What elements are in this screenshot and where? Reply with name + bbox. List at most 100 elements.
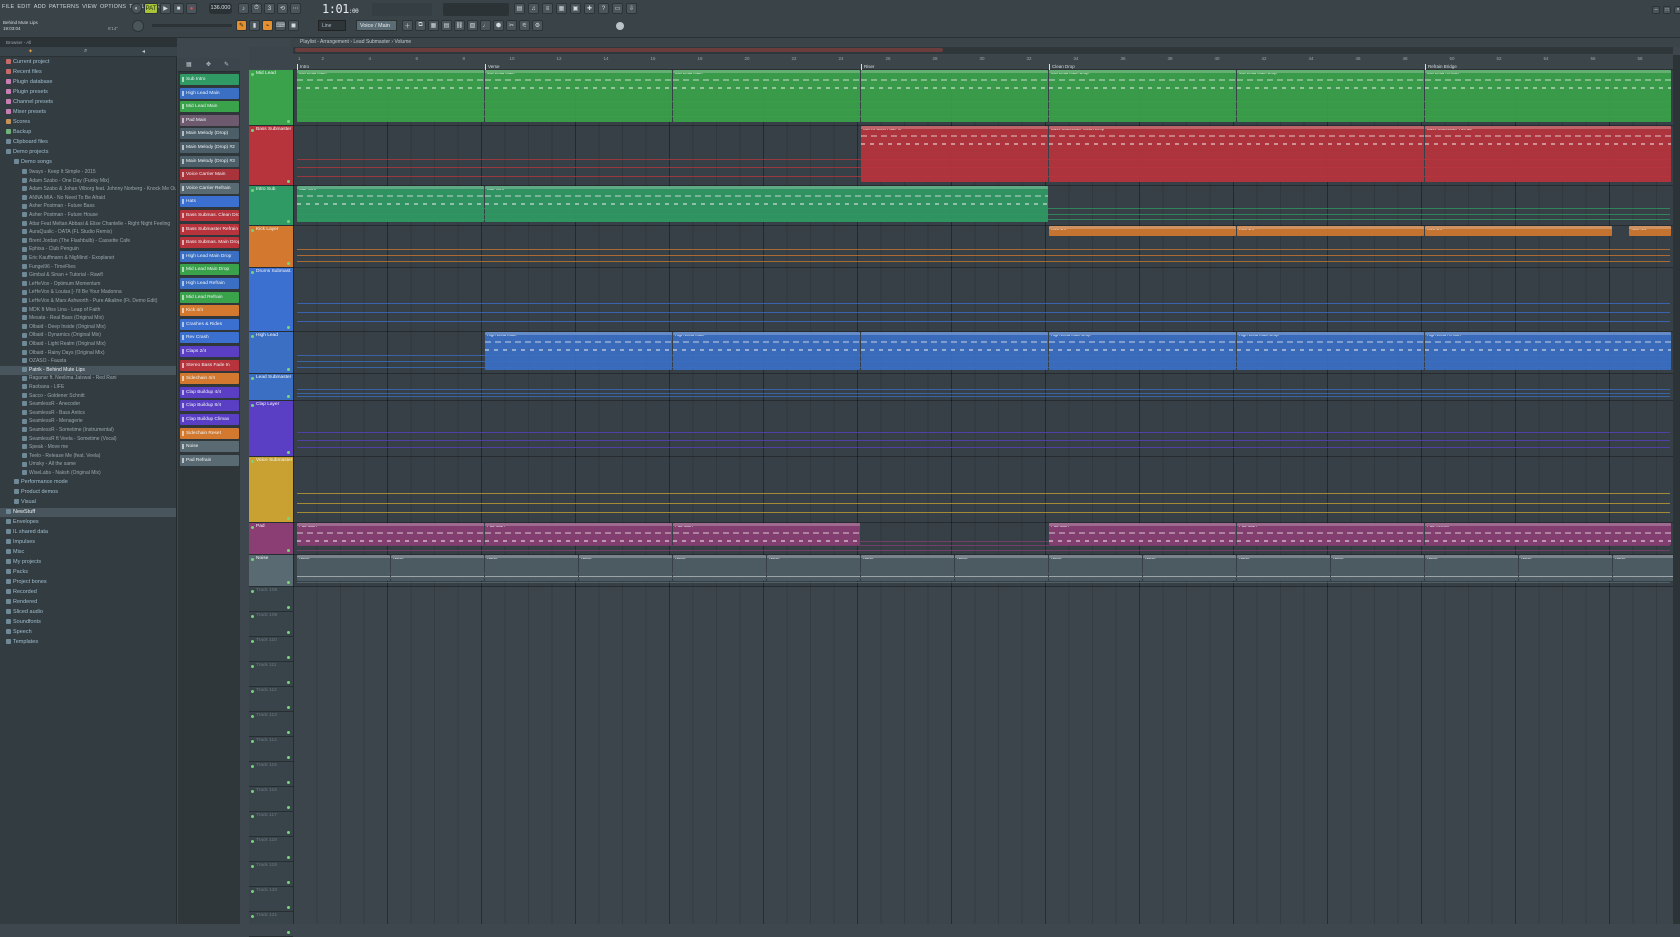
minimize-icon[interactable]: – [1652, 6, 1660, 14]
channel-item[interactable]: High Lead Refrain [180, 278, 239, 289]
track-header[interactable]: High Lead [249, 332, 293, 374]
pencil-icon[interactable]: ✎ [224, 61, 229, 68]
mixer-icon[interactable]: ≡ [542, 3, 553, 14]
browser-folder[interactable]: My projects [0, 558, 176, 567]
pattern-select[interactable]: Voice / Main [356, 20, 397, 31]
channel-item[interactable]: Pad Main [180, 114, 239, 126]
browser-folder[interactable]: Demo projects [0, 148, 176, 157]
playlist-clip[interactable]: Bass Submaster Refrain [1425, 126, 1671, 182]
grid-icon[interactable]: ▦ [428, 20, 439, 31]
stop-button[interactable]: ■ [173, 3, 184, 14]
track-header[interactable]: Drums Submast. [249, 268, 293, 332]
position-slider[interactable] [152, 24, 232, 27]
playlist-icon[interactable]: ▤ [514, 3, 525, 14]
track-enable-icon[interactable] [251, 865, 254, 868]
track-enable-icon[interactable] [251, 460, 254, 463]
track-record-icon[interactable] [287, 831, 290, 834]
track-header[interactable]: Track 113 [249, 712, 293, 737]
playlist-clip[interactable] [861, 70, 1048, 122]
save-icon[interactable]: ▭ [612, 3, 623, 14]
browser-folder[interactable]: Plugin database [0, 78, 176, 87]
track-header[interactable]: Track 116 [249, 787, 293, 812]
track-record-icon[interactable] [287, 120, 290, 123]
track-enable-icon[interactable] [251, 229, 254, 232]
playlist-clip[interactable]: Noise [579, 555, 672, 581]
draw-tool-icon[interactable]: ✎ [236, 20, 247, 31]
playlist-clip[interactable]: Pad Main [297, 523, 484, 545]
channel-item[interactable]: Main Melody (Drop) #2 [180, 142, 239, 153]
snap-icon[interactable]: ⌁ [262, 20, 273, 31]
playlist-clip[interactable]: Stereo Bass Fade In [861, 126, 1048, 182]
channel-rack-icon[interactable]: ▦ [556, 3, 567, 14]
channel-item[interactable]: Main Melody (Drop) [180, 128, 239, 140]
track-header[interactable]: Track 115 [249, 762, 293, 787]
plugin-icon[interactable]: ⬢ [493, 20, 504, 31]
channel-item[interactable]: Clap Buildup 4/4 [180, 386, 239, 398]
track-enable-icon[interactable] [251, 129, 254, 132]
scissors-icon[interactable]: ⚟ [519, 20, 530, 31]
playlist-clip[interactable]: High Lead Refrain [1425, 332, 1671, 370]
pitch-knob[interactable] [132, 20, 144, 32]
track-enable-icon[interactable] [251, 73, 254, 76]
playlist-clip[interactable]: Noise [1237, 555, 1330, 581]
browser-folder[interactable]: Impulses [0, 538, 176, 547]
settings-icon[interactable]: ⚙ [532, 20, 543, 31]
track-record-icon[interactable] [287, 517, 290, 520]
menu-add[interactable]: ADD [34, 4, 46, 14]
step-seq-icon[interactable]: ▤ [441, 20, 452, 31]
track-enable-icon[interactable] [251, 271, 254, 274]
track-enable-icon[interactable] [251, 690, 254, 693]
channel-item[interactable]: Mid Lead Refrain [180, 291, 239, 303]
track-record-icon[interactable] [287, 881, 290, 884]
track-record-icon[interactable] [287, 220, 290, 223]
channel-item[interactable]: Clap Buildup Climax [180, 414, 239, 425]
browser-folder[interactable]: Misc [0, 548, 176, 557]
channel-item[interactable]: Bass Submaster Refrain [180, 223, 239, 235]
track-enable-icon[interactable] [251, 377, 254, 380]
channel-item[interactable]: High Lead Main Drop [180, 250, 239, 262]
track-enable-icon[interactable] [251, 915, 254, 918]
clone-icon[interactable]: ⧉ [415, 20, 426, 31]
track-enable-icon[interactable] [251, 715, 254, 718]
playlist-clip[interactable]: Mid Lead Main [485, 70, 672, 122]
track-header[interactable]: Track 109 [249, 612, 293, 637]
track-lane[interactable] [293, 268, 1673, 332]
track-lane[interactable] [293, 401, 1673, 457]
track-header[interactable]: Kick Layer [249, 226, 293, 268]
playlist-clip[interactable]: Noise [673, 555, 766, 581]
collapse-icon[interactable]: ◂ [142, 48, 145, 55]
playlist-clip[interactable]: Mid Lead Main Drop [1049, 70, 1236, 122]
loop-record-icon[interactable]: ⟲ [277, 3, 288, 14]
playlist-clip[interactable]: Noise [485, 555, 578, 581]
pattern-song-toggle[interactable]: PAT [144, 3, 158, 14]
channel-item[interactable]: Sub Intro [180, 74, 239, 85]
browser-folder[interactable]: Soundfonts [0, 618, 176, 627]
tempo-display[interactable]: 136.000 [209, 3, 232, 14]
step-edit-icon[interactable]: ⋯ [290, 3, 301, 14]
playlist-clip[interactable]: Noise [297, 555, 390, 581]
track-record-icon[interactable] [287, 706, 290, 709]
playlist-clip[interactable]: Sub Intro [485, 186, 1048, 222]
track-header[interactable]: Mid Lead [249, 70, 293, 126]
search-icon[interactable]: ⌕ [84, 48, 87, 55]
paint-tool-icon[interactable]: ▮ [249, 20, 260, 31]
playlist-clip[interactable]: Kick 4/4 [1425, 226, 1612, 236]
track-enable-icon[interactable] [251, 615, 254, 618]
track-enable-icon[interactable] [251, 189, 254, 192]
browser-folder[interactable]: Envelopes [0, 518, 176, 527]
track-record-icon[interactable] [287, 756, 290, 759]
track-header[interactable]: Clap Layer [249, 401, 293, 457]
mute-tool-icon[interactable]: ◼ [288, 20, 299, 31]
track-record-icon[interactable] [287, 656, 290, 659]
track-header[interactable]: Track 112 [249, 687, 293, 712]
playlist-clip[interactable]: High Lead Main [485, 332, 672, 370]
track-enable-icon[interactable] [251, 526, 254, 529]
browser-folder[interactable]: Product demos [0, 488, 176, 497]
menu-edit[interactable]: EDIT [17, 4, 30, 14]
track-enable-icon[interactable] [251, 665, 254, 668]
record-button[interactable]: ● [186, 3, 197, 14]
browser-folder[interactable]: Project bones [0, 578, 176, 587]
track-record-icon[interactable] [287, 731, 290, 734]
vertical-scrollbar[interactable] [1673, 55, 1680, 924]
playlist-clip[interactable]: Noise [1425, 555, 1518, 581]
